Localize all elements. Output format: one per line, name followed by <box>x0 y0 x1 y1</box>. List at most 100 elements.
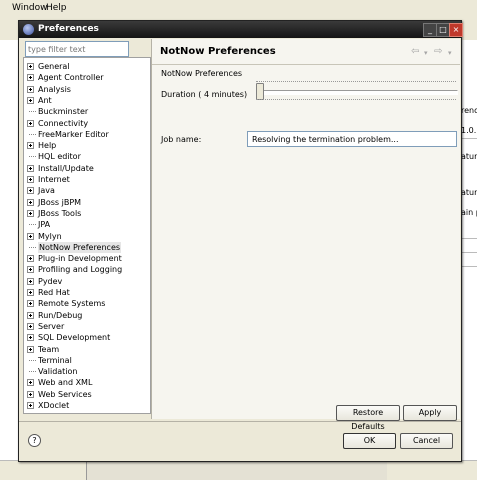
tree-item-run-debug[interactable]: Run/Debug <box>24 310 150 321</box>
tree-item-label: HQL editor <box>38 152 81 162</box>
tree-item-mylyn[interactable]: Mylyn <box>24 231 150 242</box>
tree-item-label: Server <box>38 321 65 331</box>
job-name-field[interactable] <box>247 131 457 147</box>
tree-item-label: NotNow Preferences <box>38 241 122 253</box>
minimize-icon[interactable]: _ <box>423 23 437 37</box>
back-arrow-icon[interactable]: ⇦ <box>411 46 419 57</box>
tree-item-terminal[interactable]: Terminal <box>24 355 150 366</box>
expand-plus-icon[interactable] <box>27 232 34 240</box>
tree-item-label: Plug-in Development <box>38 254 122 264</box>
menu-window[interactable]: Window <box>12 3 48 13</box>
tree-item-label: Mylyn <box>38 231 62 241</box>
expand-plus-icon[interactable] <box>27 345 34 353</box>
ok-button[interactable]: OK <box>343 433 396 449</box>
preference-tree[interactable]: General Agent Controller Analysis Ant Buckmi… <box>23 57 151 414</box>
expand-plus-icon[interactable] <box>27 63 34 70</box>
ide-left-editor <box>0 40 19 460</box>
expand-plus-icon[interactable] <box>27 74 34 82</box>
expand-plus-icon[interactable] <box>27 119 34 127</box>
expand-plus-icon[interactable] <box>27 322 34 330</box>
tree-item-jpa[interactable]: JPA <box>24 219 150 230</box>
tree-item-label: Web Services <box>38 389 92 399</box>
expand-plus-icon[interactable] <box>27 300 34 308</box>
tree-item-freemarker-editor[interactable]: FreeMarker Editor <box>24 129 150 140</box>
tree-item-pydev[interactable]: Pydev <box>24 276 150 287</box>
expand-plus-icon[interactable] <box>27 96 34 104</box>
duration-slider[interactable] <box>256 79 458 107</box>
tree-item-label: Terminal <box>38 355 72 365</box>
expand-plus-icon[interactable] <box>27 379 34 387</box>
tree-item-server[interactable]: Server <box>24 321 150 332</box>
tree-item-ant[interactable]: Ant <box>24 95 150 106</box>
tree-item-team[interactable]: Team <box>24 344 150 355</box>
tree-connector <box>29 156 36 158</box>
expand-plus-icon[interactable] <box>27 255 34 263</box>
tree-item-profiling-and-logging[interactable]: Profiling and Logging <box>24 264 150 275</box>
back-dropdown-icon[interactable]: ▾ <box>424 49 428 57</box>
cancel-button[interactable]: Cancel <box>400 433 453 449</box>
filter-input[interactable] <box>26 42 126 56</box>
tree-item-java[interactable]: Java <box>24 185 150 196</box>
apply-button[interactable]: Apply <box>403 405 457 421</box>
tree-item-install-update[interactable]: Install/Update <box>24 163 150 174</box>
tree-item-jboss-tools[interactable]: JBoss Tools <box>24 208 150 219</box>
bg-fragment: ain pl <box>461 208 477 217</box>
expand-plus-icon[interactable] <box>27 209 34 217</box>
expand-plus-icon[interactable] <box>27 311 34 319</box>
expand-plus-icon[interactable] <box>27 334 34 342</box>
help-icon[interactable]: ? <box>28 434 41 447</box>
preferences-dialog: Preferences _ □ × General Agent Controlle… <box>18 20 463 462</box>
tree-item-label: Install/Update <box>38 163 94 173</box>
expand-plus-icon[interactable] <box>27 277 34 285</box>
tree-item-hql-editor[interactable]: HQL editor <box>24 151 150 162</box>
tree-item-label: Agent Controller <box>38 73 104 83</box>
expand-plus-icon[interactable] <box>27 390 34 398</box>
tree-connector <box>29 111 36 113</box>
close-icon[interactable]: × <box>449 23 463 37</box>
dialog-titlebar[interactable]: Preferences _ □ × <box>19 21 463 38</box>
expand-plus-icon[interactable] <box>27 142 34 150</box>
tree-item-red-hat[interactable]: Red Hat <box>24 287 150 298</box>
expand-plus-icon[interactable] <box>27 176 34 183</box>
job-name-input[interactable] <box>248 132 452 146</box>
tree-item-plug-in-development[interactable]: Plug-in Development <box>24 253 150 264</box>
expand-plus-icon[interactable] <box>27 187 34 195</box>
tree-item-buckminster[interactable]: Buckminster <box>24 106 150 117</box>
tree-item-web-services[interactable]: Web Services <box>24 389 150 400</box>
tree-connector <box>29 246 36 248</box>
expand-plus-icon[interactable] <box>27 402 34 409</box>
filter-field[interactable] <box>25 41 129 57</box>
expand-plus-icon[interactable] <box>27 266 34 274</box>
restore-defaults-button[interactable]: Restore Defaults <box>336 405 400 431</box>
tree-item-label: Team <box>38 344 60 354</box>
tree-item-agent-controller[interactable]: Agent Controller <box>24 72 150 83</box>
tree-item-analysis[interactable]: Analysis <box>24 84 150 95</box>
tree-item-internet[interactable]: Internet <box>24 174 150 185</box>
forward-dropdown-icon[interactable]: ▾ <box>448 49 452 57</box>
tree-item-remote-systems[interactable]: Remote Systems <box>24 298 150 309</box>
expand-plus-icon[interactable] <box>27 198 34 206</box>
dialog-separator <box>19 421 461 422</box>
forward-arrow-icon[interactable]: ⇨ <box>434 46 442 57</box>
slider-thumb[interactable] <box>256 83 264 100</box>
tree-connector <box>29 133 36 135</box>
expand-plus-icon[interactable] <box>27 85 34 93</box>
tree-item-label: Remote Systems <box>38 299 106 309</box>
tree-item-general[interactable]: General <box>24 61 150 72</box>
tree-item-validation[interactable]: Validation <box>24 366 150 377</box>
tree-item-xdoclet[interactable]: XDoclet <box>24 400 150 411</box>
tree-item-sql-development[interactable]: SQL Development <box>24 332 150 343</box>
tree-connector <box>29 224 36 226</box>
tree-item-notnow-preferences[interactable]: NotNow Preferences <box>24 241 150 253</box>
tree-item-connectivity[interactable]: Connectivity <box>24 118 150 129</box>
expand-plus-icon[interactable] <box>27 289 34 296</box>
tree-item-web-and-xml[interactable]: Web and XML <box>24 377 150 388</box>
menu-help[interactable]: Help <box>46 3 67 13</box>
tree-item-label: JPA <box>38 220 51 230</box>
maximize-icon[interactable]: □ <box>436 23 450 37</box>
tree-item-help[interactable]: Help <box>24 140 150 151</box>
tree-item-label: Red Hat <box>38 288 70 297</box>
tree-item-jboss-jbpm[interactable]: JBoss jBPM <box>24 197 150 208</box>
tree-connector <box>29 371 36 373</box>
expand-plus-icon[interactable] <box>27 164 34 172</box>
